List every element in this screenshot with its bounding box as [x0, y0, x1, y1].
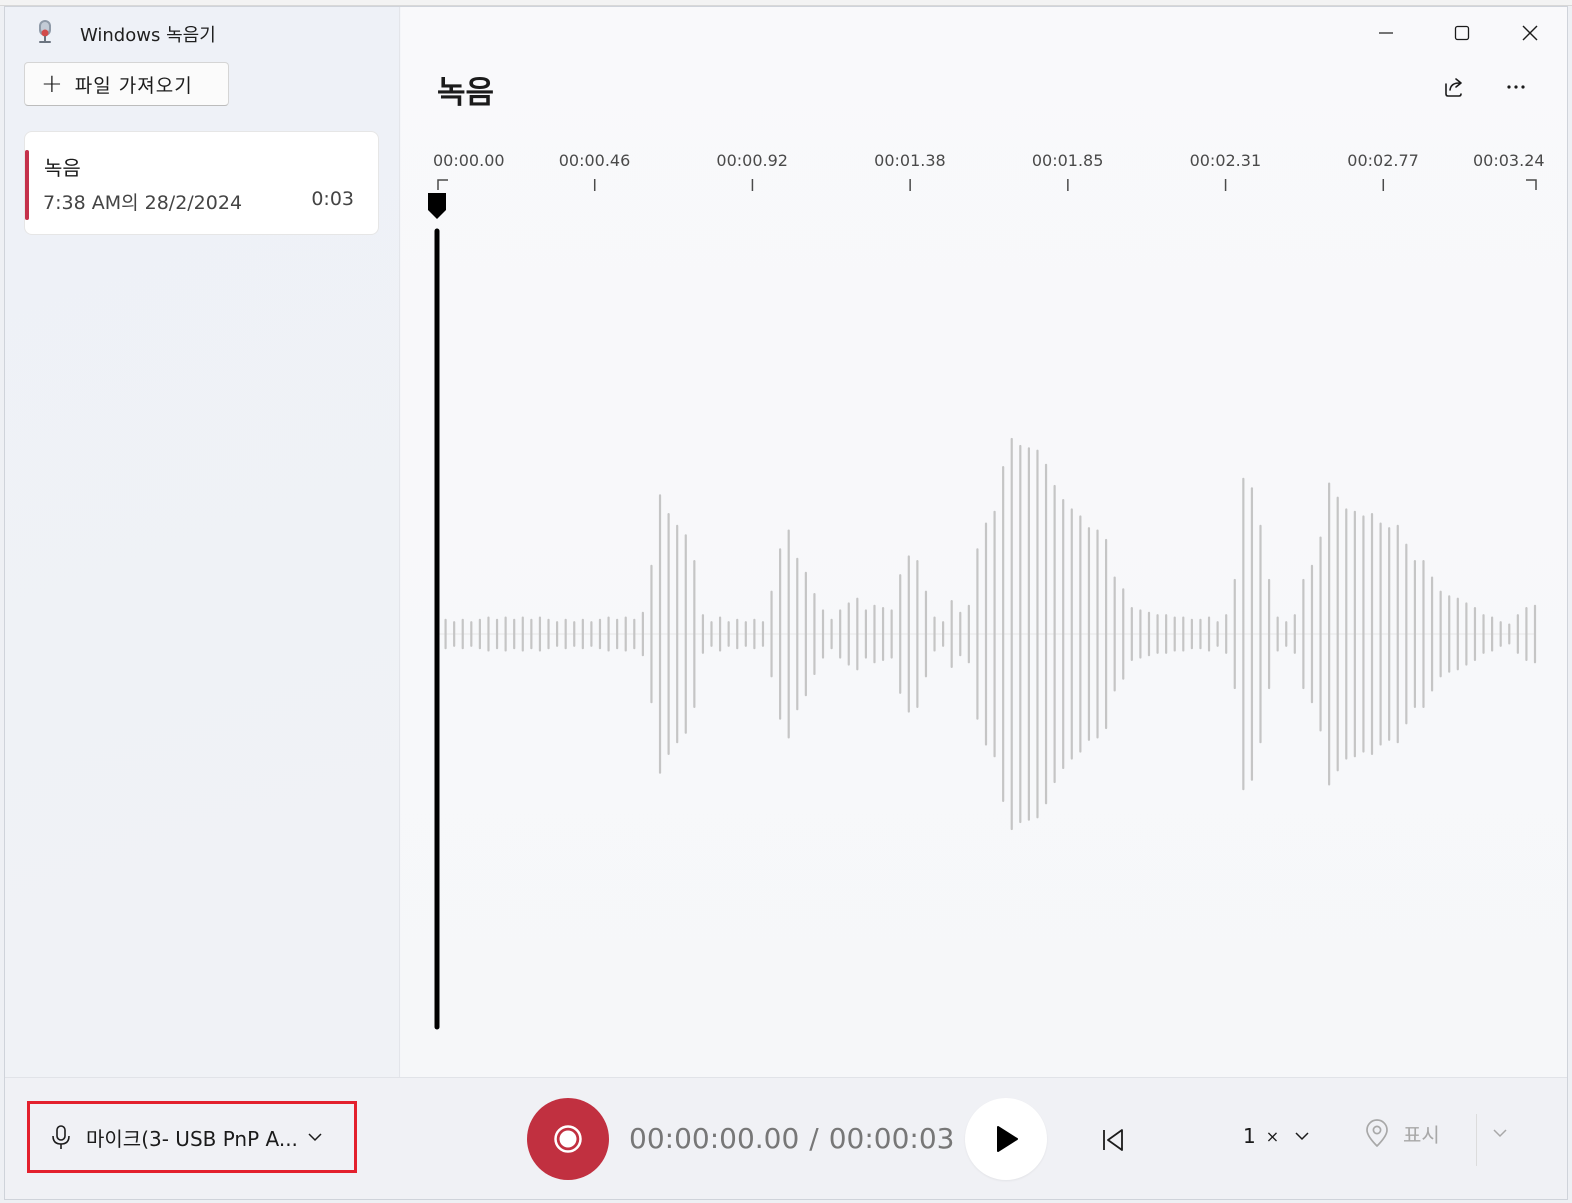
ruler-start-bracket [437, 179, 448, 190]
app-title: Windows 녹음기 [80, 25, 216, 46]
recording-duration: 0:03 [311, 188, 354, 210]
import-file-button[interactable]: + 파일 가져오기 [24, 62, 229, 106]
play-button[interactable] [965, 1098, 1047, 1180]
ruler-end-bracket [1526, 179, 1537, 190]
playback-bar: 마이크(3- USB PnP A... 00:00:00.00 / 00:00:03 [5, 1077, 1567, 1199]
current-time: 00:00:00.00 [629, 1122, 800, 1155]
record-button[interactable] [527, 1098, 609, 1180]
location-pin-icon [1366, 1119, 1388, 1147]
recorder-app-icon [39, 20, 51, 43]
speed-value: 1 [1243, 1124, 1256, 1148]
time-separator: / [809, 1122, 819, 1155]
microphone-icon [52, 1125, 70, 1149]
recording-date: 7:38 AM의 28/2/2024 [43, 192, 243, 214]
play-icon [997, 1126, 1018, 1152]
skip-to-start-button[interactable] [1093, 1122, 1133, 1158]
playback-speed-selector[interactable]: 1 × [1243, 1124, 1309, 1148]
mark-button[interactable]: 표시 [1363, 1118, 1440, 1148]
recording-list-item[interactable]: 녹음 7:38 AM의 28/2/2024 0:03 [24, 131, 379, 235]
total-time: 00:00:03 [828, 1122, 955, 1155]
speed-unit: × [1265, 1126, 1280, 1146]
mark-options-chevron-icon[interactable] [1493, 1128, 1507, 1138]
import-file-label: 파일 가져오기 [74, 74, 193, 97]
sidebar: Windows 녹음기 + 파일 가져오기 녹음 7:38 AM의 28/2/2… [5, 7, 400, 1077]
recording-name: 녹음 [44, 156, 81, 180]
skip-back-icon [1103, 1129, 1123, 1151]
divider [1476, 1114, 1477, 1166]
microphone-selector[interactable]: 마이크(3- USB PnP A... [27, 1101, 357, 1173]
record-icon [554, 1125, 582, 1153]
chevron-down-icon [1295, 1132, 1309, 1141]
selection-indicator [25, 150, 29, 220]
chevron-down-icon [308, 1133, 322, 1142]
playhead-handle [428, 193, 446, 219]
mark-label: 표시 [1403, 1122, 1440, 1147]
app-window: Windows 녹음기 + 파일 가져오기 녹음 7:38 AM의 28/2/2… [4, 6, 1568, 1200]
plus-icon: + [41, 69, 63, 99]
waveform-canvas[interactable] [401, 7, 1568, 1077]
main-panel: 녹음 00:00.00 00:00.46 00:00.92 00:01.38 00:01… [401, 7, 1568, 1077]
time-display: 00:00:00.00 / 00:00:03 [629, 1122, 955, 1155]
microphone-label: 마이크(3- USB PnP A... [86, 1126, 298, 1151]
